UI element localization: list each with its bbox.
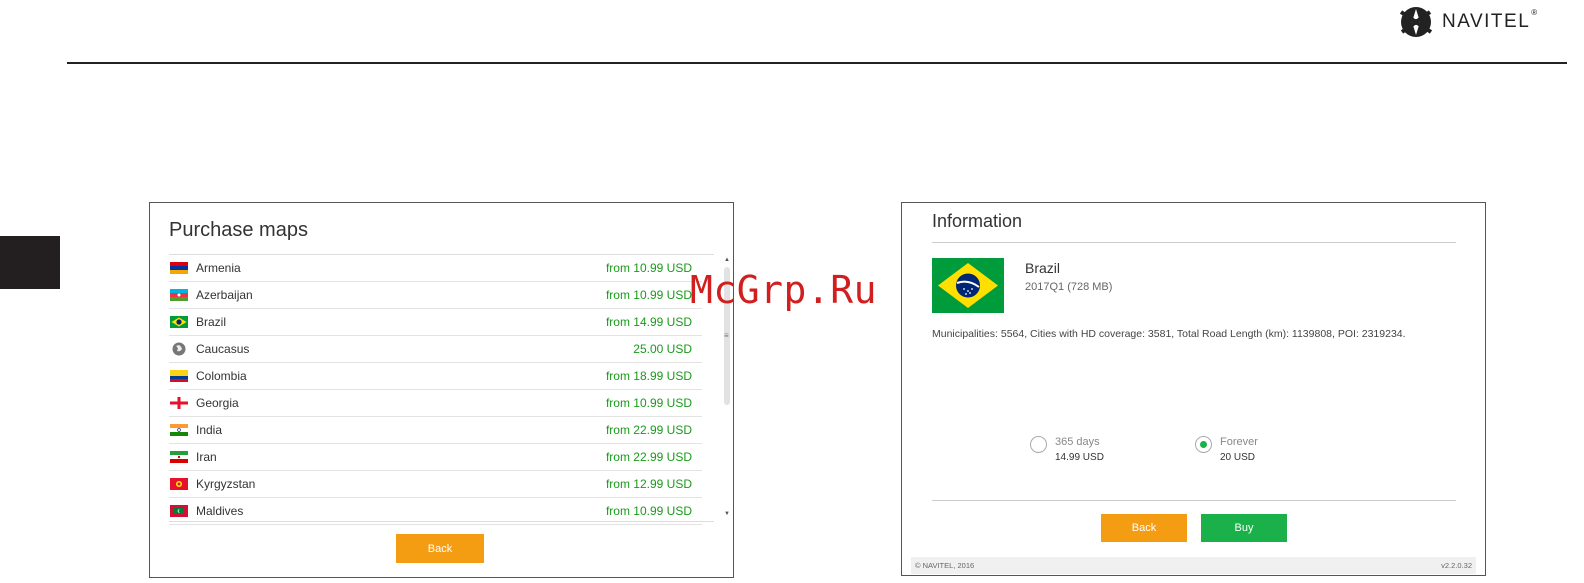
list-divider-bottom	[169, 521, 714, 522]
kyrgyzstan-flag-icon	[170, 478, 188, 490]
list-item-kyrgyzstan[interactable]: Kyrgyzstan from 12.99 USD	[169, 471, 702, 498]
armenia-flag-icon	[170, 262, 188, 274]
country-price: from 12.99 USD	[605, 477, 692, 491]
country-name: Georgia	[196, 396, 239, 410]
map-information-panel: Information Brazil 2017Q1 (728 MB) Munic…	[901, 202, 1486, 576]
side-section-tab	[0, 236, 60, 289]
list-item-armenia[interactable]: Armenia from 10.99 USD	[169, 255, 702, 282]
scroll-grip-icon: ≡	[724, 331, 729, 340]
maldives-flag-icon	[170, 505, 188, 517]
brazil-flag-icon	[932, 258, 1004, 313]
country-name: Azerbaijan	[196, 288, 253, 302]
footer-bar: © NAVITEL, 2016 v2.2.0.32	[911, 557, 1476, 574]
option-price: 14.99 USD	[1055, 452, 1104, 463]
country-list: Armenia from 10.99 USD Azerbaijan from 1…	[169, 255, 702, 525]
colombia-flag-icon	[170, 370, 188, 382]
map-version: 2017Q1 (728 MB)	[1025, 281, 1113, 293]
buy-button[interactable]: Buy	[1201, 514, 1287, 542]
option-forever[interactable]: Forever 20 USD	[1195, 435, 1258, 465]
page-title: Information	[932, 211, 1023, 231]
azerbaijan-flag-icon	[170, 289, 188, 301]
info-divider-top	[932, 242, 1456, 243]
country-name: Kyrgyzstan	[196, 477, 256, 491]
country-price: from 18.99 USD	[605, 369, 692, 383]
country-name: Caucasus	[196, 342, 250, 356]
country-price: from 10.99 USD	[605, 504, 692, 518]
copyright-text: © NAVITEL, 2016	[915, 561, 975, 570]
list-item-azerbaijan[interactable]: Azerbaijan from 10.99 USD	[169, 282, 702, 309]
radio-365-days[interactable]	[1030, 436, 1047, 453]
country-price: from 10.99 USD	[605, 288, 692, 302]
navitel-logo: NAVITEL ®	[1396, 2, 1537, 42]
india-flag-icon	[170, 424, 188, 436]
country-name: India	[196, 423, 223, 437]
watermark-text: McGrp.Ru	[690, 268, 878, 312]
back-button[interactable]: Back	[1101, 514, 1187, 542]
map-statistics: Municipalities: 5564, Cities with HD cov…	[932, 328, 1406, 340]
list-item-brazil[interactable]: Brazil from 14.99 USD	[169, 309, 702, 336]
navitel-logo-icon	[1399, 7, 1433, 37]
scroll-up-icon[interactable]: ▲	[724, 257, 730, 263]
option-label: Forever	[1220, 436, 1258, 448]
globe-icon	[172, 342, 186, 356]
map-name: Brazil	[1025, 260, 1061, 276]
list-item-georgia[interactable]: Georgia from 10.99 USD	[169, 390, 702, 417]
country-name: Brazil	[196, 315, 227, 329]
iran-flag-icon	[170, 451, 188, 463]
country-price: 25.00 USD	[633, 342, 692, 356]
brazil-flag-icon	[170, 316, 188, 328]
list-item-caucasus[interactable]: Caucasus 25.00 USD	[169, 336, 702, 363]
country-price: from 10.99 USD	[605, 261, 692, 275]
option-text: Forever 20 USD	[1220, 435, 1258, 465]
option-price: 20 USD	[1220, 452, 1256, 463]
radio-forever[interactable]	[1195, 436, 1212, 453]
country-name: Armenia	[196, 261, 241, 275]
country-name: Colombia	[196, 369, 247, 383]
version-text: v2.2.0.32	[1441, 561, 1472, 570]
country-price: from 22.99 USD	[605, 450, 692, 464]
info-divider-bottom	[932, 500, 1456, 501]
registered-mark: ®	[1531, 8, 1538, 17]
option-365-days[interactable]: 365 days 14.99 USD	[1030, 435, 1104, 465]
back-button[interactable]: Back	[396, 534, 484, 563]
country-price: from 10.99 USD	[605, 396, 692, 410]
georgia-flag-icon	[170, 397, 188, 409]
list-item-colombia[interactable]: Colombia from 18.99 USD	[169, 363, 702, 390]
brand-name: NAVITEL	[1442, 11, 1531, 32]
country-price: from 14.99 USD	[605, 315, 692, 329]
option-text: 365 days 14.99 USD	[1055, 435, 1104, 465]
purchase-maps-panel: Purchase maps Armenia from 10.99 USD Aze…	[149, 202, 734, 578]
option-label: 365 days	[1055, 436, 1100, 448]
page-title: Purchase maps	[169, 219, 308, 241]
country-name: Maldives	[196, 504, 244, 518]
list-item-iran[interactable]: Iran from 22.99 USD	[169, 444, 702, 471]
list-item-india[interactable]: India from 22.99 USD	[169, 417, 702, 444]
scroll-down-icon[interactable]: ▼	[724, 511, 730, 517]
country-price: from 22.99 USD	[605, 423, 692, 437]
country-name: Iran	[196, 450, 217, 464]
header-rule	[67, 62, 1567, 64]
